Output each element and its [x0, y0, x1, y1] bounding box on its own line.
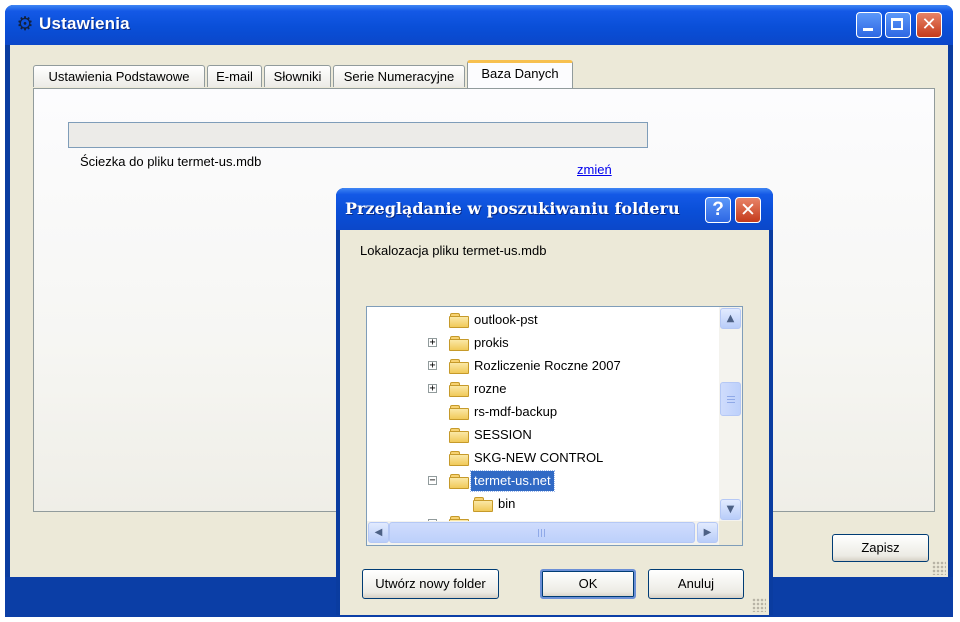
minimize-button[interactable] [856, 12, 882, 38]
change-path-link[interactable]: zmień [577, 162, 612, 177]
tree-item[interactable]: bin [367, 494, 719, 514]
tree-item-label: Rozliczenie Roczne 2007 [474, 358, 621, 373]
tree-item[interactable]: SKG-NEW CONTROL [367, 448, 719, 468]
dialog-title: Przeglądanie w poszukiwaniu folderu [345, 199, 680, 218]
tree-item[interactable]: rs-mdf-backup [367, 402, 719, 422]
folder-icon [449, 313, 469, 328]
vertical-scroll-thumb[interactable] [720, 382, 741, 416]
title-bar[interactable]: ⚙ Ustawienia ✕ [5, 5, 953, 45]
gears-icon: ⚙ [16, 13, 34, 35]
folder-icon [473, 497, 493, 512]
open-folder-icon [449, 474, 469, 489]
expand-icon[interactable]: + [428, 361, 437, 371]
expand-icon[interactable]: + [428, 384, 437, 394]
dialog-close-button[interactable]: ✕ [735, 197, 761, 223]
database-path-input[interactable] [68, 122, 648, 148]
folder-icon [449, 428, 469, 443]
tree-item-label: rs-mdf-backup [474, 404, 558, 419]
dialog-body: Lokalozacja pliku termet-us.mdb outlook-… [340, 230, 769, 615]
folder-icon [449, 359, 469, 374]
tree-item[interactable]: outlook-pst [367, 310, 719, 330]
tab-slowniki[interactable]: Słowniki [264, 65, 331, 87]
tree-item[interactable]: + prokis [367, 333, 719, 353]
scroll-right-button[interactable]: ▶ [697, 522, 718, 543]
folder-icon [449, 451, 469, 466]
folder-tree[interactable]: outlook-pst + prokis + Rozliczenie Roczn… [366, 306, 743, 546]
dialog-prompt: Lokalozacja pliku termet-us.mdb [360, 243, 547, 258]
close-icon: ✕ [921, 14, 937, 35]
tree-item-label: outlook-pst [474, 312, 538, 327]
expand-icon[interactable]: + [428, 338, 437, 348]
tree-item-label: prokis [474, 335, 509, 350]
resize-grip-icon[interactable] [752, 598, 766, 612]
tree-item[interactable]: SESSION [367, 425, 719, 445]
collapse-icon[interactable]: − [428, 476, 437, 486]
tab-email[interactable]: E-mail [207, 65, 262, 87]
browse-folder-dialog: Przeglądanie w poszukiwaniu folderu ? ✕ … [336, 188, 773, 615]
folder-icon [449, 405, 469, 420]
vertical-scrollbar[interactable]: ▲ ▼ [719, 307, 742, 521]
horizontal-scroll-thumb[interactable] [389, 522, 695, 543]
folder-icon [449, 382, 469, 397]
scrollbar-corner [719, 521, 742, 545]
folder-icon [449, 336, 469, 351]
minimize-icon [863, 28, 873, 31]
database-path-label: Ściezka do pliku termet-us.mdb [80, 154, 262, 169]
resize-grip-icon[interactable] [932, 561, 946, 575]
new-folder-button[interactable]: Utwórz nowy folder [362, 569, 499, 599]
tree-item[interactable]: + Rozliczenie Roczne 2007 [367, 356, 719, 376]
tree-item-label: SESSION [474, 427, 532, 442]
tree-item-label: bin [498, 496, 516, 511]
maximize-button[interactable] [885, 12, 911, 38]
tree-item-label: rozne [474, 381, 507, 396]
tree-item-label: SKG-NEW CONTROL [474, 450, 604, 465]
scroll-up-button[interactable]: ▲ [720, 308, 741, 329]
cancel-button[interactable]: Anuluj [648, 569, 744, 599]
scroll-left-button[interactable]: ◀ [368, 522, 389, 543]
save-button[interactable]: Zapisz [832, 534, 929, 562]
maximize-icon [891, 18, 903, 30]
scroll-down-button[interactable]: ▼ [720, 499, 741, 520]
tree-item-label: termet-us.net [470, 470, 555, 492]
tab-baza-danych[interactable]: Baza Danych [467, 60, 573, 88]
tree-item[interactable]: + rozne [367, 379, 719, 399]
close-button[interactable]: ✕ [916, 12, 942, 38]
tab-serie-numeracyjne[interactable]: Serie Numeracyjne [333, 65, 465, 87]
dialog-title-bar[interactable]: Przeglądanie w poszukiwaniu folderu ? ✕ [336, 188, 773, 230]
help-button[interactable]: ? [705, 197, 731, 223]
tree-item-selected[interactable]: − termet-us.net [367, 470, 719, 492]
window-title: Ustawienia [39, 14, 130, 33]
tab-ustawienia-podstawowe[interactable]: Ustawienia Podstawowe [33, 65, 205, 87]
horizontal-scrollbar[interactable]: ◀ ▶ [367, 521, 719, 545]
ok-button[interactable]: OK [540, 569, 636, 599]
